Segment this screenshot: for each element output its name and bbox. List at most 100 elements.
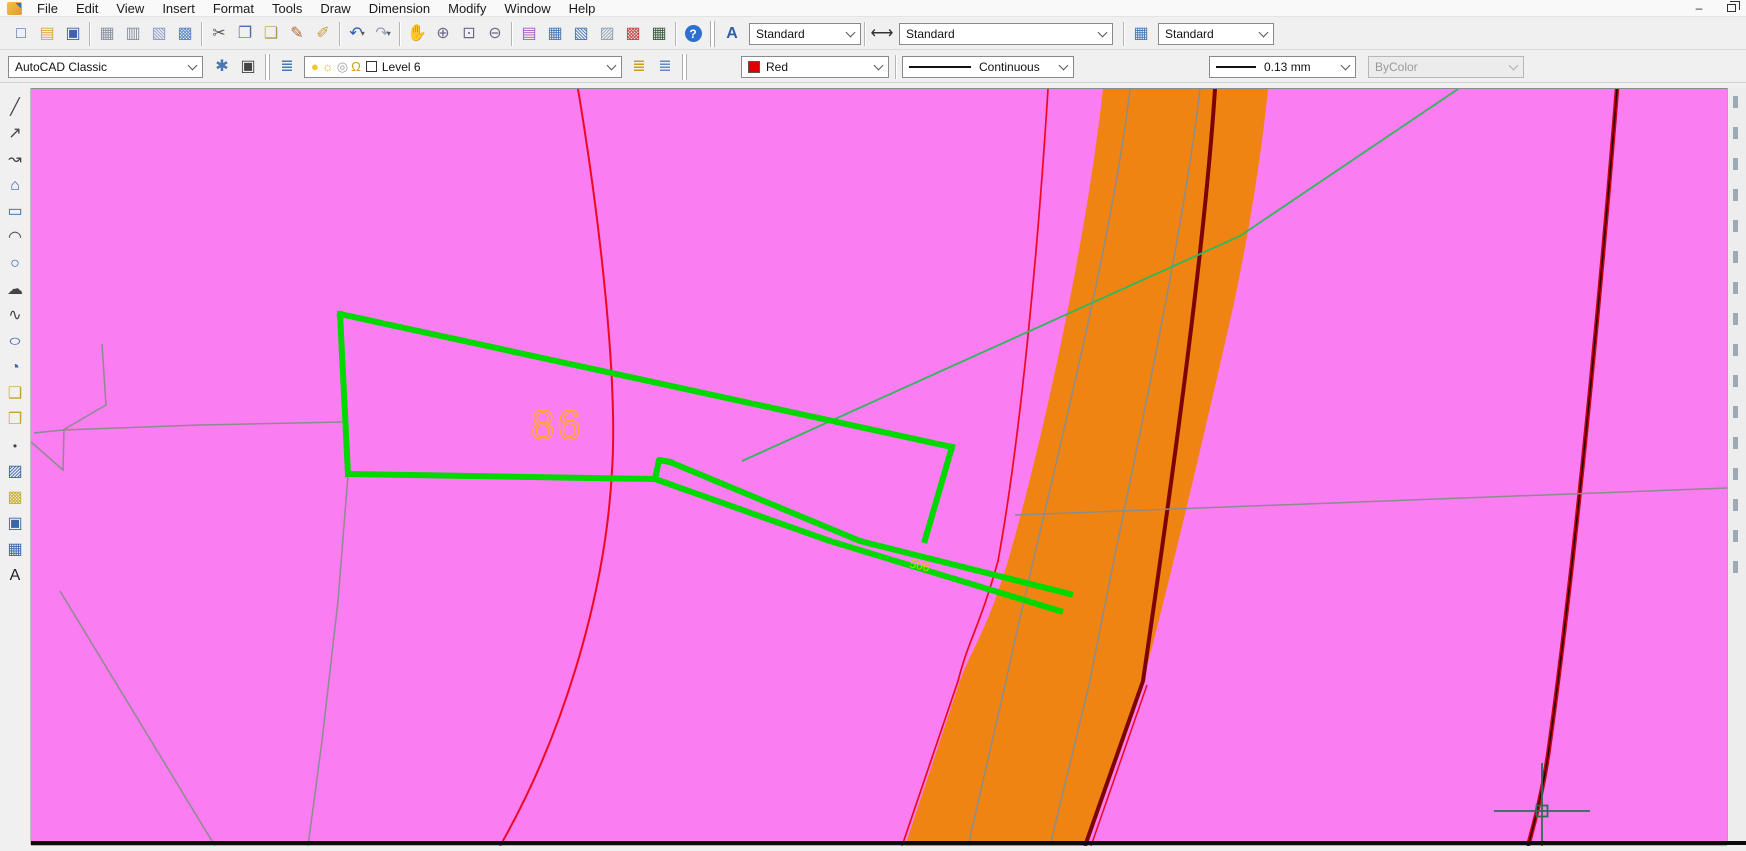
plot-style-value: ByColor — [1375, 60, 1504, 74]
pan-button[interactable]: ✋ — [404, 21, 430, 47]
dim-style-combo[interactable]: Standard — [899, 23, 1113, 45]
text-style-button[interactable]: A — [719, 21, 745, 47]
plot-style-combo[interactable]: ByColor — [1368, 56, 1524, 78]
minimize-button[interactable]: – — [1690, 1, 1708, 15]
menu-item-file[interactable]: File — [28, 0, 67, 17]
properties-icon: ▤ — [521, 26, 536, 42]
layer-on-bulb-icon[interactable]: ● — [311, 60, 319, 73]
copy-icon: ❐ — [238, 26, 252, 42]
dim-style-button[interactable]: ⟷ — [869, 21, 895, 47]
tool-palettes-button[interactable]: ▧ — [568, 21, 594, 47]
table-style-combo[interactable]: Standard — [1158, 23, 1274, 45]
new-button[interactable]: □ — [8, 21, 34, 47]
quick-calc-button[interactable]: ▦ — [646, 21, 672, 47]
parcel-number-label: 86 — [531, 401, 584, 448]
restore-icon — [1727, 4, 1736, 12]
plot-button[interactable]: ▦ — [94, 21, 120, 47]
rectangle-button[interactable]: ▭ — [2, 199, 28, 225]
menu-item-modify[interactable]: Modify — [439, 0, 495, 17]
linetype-combo[interactable]: Continuous — [902, 56, 1074, 78]
arc-button[interactable]: ◠ — [2, 225, 28, 251]
hatch-button[interactable]: ▨ — [2, 459, 28, 485]
polygon-button[interactable]: ⌂ — [2, 173, 28, 199]
make-block-button[interactable]: ❒ — [2, 407, 28, 433]
properties-button[interactable]: ▤ — [516, 21, 542, 47]
layer-previous-button[interactable]: ≣ — [652, 54, 678, 80]
polyline-button[interactable]: ↝ — [2, 147, 28, 173]
redline-button[interactable]: ✎ — [284, 21, 310, 47]
zoom-realtime-button[interactable]: ⊕ — [430, 21, 456, 47]
layer-freeze-sun-icon[interactable]: ☼ — [322, 60, 334, 73]
insert-block-button[interactable]: ❑ — [2, 381, 28, 407]
text-style-combo[interactable]: Standard — [749, 23, 861, 45]
clipped-toolbar-icon — [1733, 561, 1738, 573]
table-style-value: Standard — [1165, 27, 1254, 41]
clean-screen-button[interactable]: ▩ — [620, 21, 646, 47]
make-object-layer-current-button[interactable]: ≣ — [626, 54, 652, 80]
zoom-window-button[interactable]: ⊡ — [456, 21, 482, 47]
layer-name: Level 6 — [382, 60, 602, 74]
workspace-combo[interactable]: AutoCAD Classic — [8, 56, 203, 78]
plot-preview-button[interactable]: ▥ — [120, 21, 146, 47]
drawing-area[interactable]: 86 506 — [31, 88, 1727, 845]
undo-dropdown-arrow[interactable]: ▾ — [361, 29, 365, 38]
spline-button[interactable]: ∿ — [2, 303, 28, 329]
layer-combo[interactable]: ●☼◎Ω Level 6 — [304, 56, 622, 78]
point-button[interactable]: • — [2, 433, 28, 459]
menu-item-view[interactable]: View — [107, 0, 153, 17]
match-properties-button[interactable]: ✐ — [310, 21, 336, 47]
lineweight-combo[interactable]: 0.13 mm — [1209, 56, 1356, 78]
undo-button[interactable]: ↶▾ — [344, 21, 370, 47]
sheet-set-manager-button[interactable]: ▦ — [542, 21, 568, 47]
line-button[interactable]: ╱ — [2, 95, 28, 121]
zoom-previous-button[interactable]: ⊖ — [482, 21, 508, 47]
construction-line-button[interactable]: ↗ — [2, 121, 28, 147]
redo-button[interactable]: ↷▾ — [370, 21, 396, 47]
drawing-canvas[interactable]: 86 506 — [31, 89, 1727, 846]
markup-set-manager-button[interactable]: ▨ — [594, 21, 620, 47]
revision-cloud-button[interactable]: ☁ — [2, 277, 28, 303]
my-workspace-button[interactable]: ▣ — [235, 54, 261, 80]
3d-dwf-icon: ▩ — [177, 26, 192, 42]
paste-button[interactable]: ❑ — [258, 21, 284, 47]
3d-dwf-button[interactable]: ▩ — [172, 21, 198, 47]
menu-item-insert[interactable]: Insert — [153, 0, 204, 17]
gradient-button[interactable]: ▩ — [2, 485, 28, 511]
region-button[interactable]: ▣ — [2, 511, 28, 537]
restore-button[interactable] — [1722, 1, 1740, 15]
open-button[interactable]: ▤ — [34, 21, 60, 47]
table-style-button[interactable]: ▦ — [1128, 21, 1154, 47]
menu-item-dimension[interactable]: Dimension — [360, 0, 439, 17]
toolbar-group-separator — [682, 54, 687, 80]
ellipse-arc-button[interactable]: ◔ — [2, 355, 28, 381]
menu-item-draw[interactable]: Draw — [311, 0, 359, 17]
ellipse-button[interactable]: ○ — [2, 329, 28, 355]
menu-item-edit[interactable]: Edit — [67, 0, 107, 17]
publish-button[interactable]: ▧ — [146, 21, 172, 47]
layer-properties-button[interactable]: ≣ — [274, 54, 300, 80]
redo-dropdown-arrow[interactable]: ▾ — [387, 29, 391, 38]
copy-button[interactable]: ❐ — [232, 21, 258, 47]
layer-viewport-freeze-icon[interactable]: ◎ — [337, 60, 348, 73]
help-button[interactable]: ? — [680, 21, 706, 47]
toolbar-separator — [89, 22, 91, 46]
tool-palettes-icon: ▧ — [573, 26, 588, 42]
circle-button[interactable]: ○ — [2, 251, 28, 277]
menu-items: FileEditViewInsertFormatToolsDrawDimensi… — [28, 0, 604, 17]
make-block-icon: ❒ — [8, 412, 22, 428]
match-properties-icon: ✐ — [316, 26, 329, 42]
open-icon: ▤ — [39, 26, 54, 42]
menu-item-tools[interactable]: Tools — [263, 0, 311, 17]
menu-item-format[interactable]: Format — [204, 0, 263, 17]
menu-item-help[interactable]: Help — [560, 0, 605, 17]
save-button[interactable]: ▣ — [60, 21, 86, 47]
menu-item-window[interactable]: Window — [495, 0, 559, 17]
color-combo[interactable]: Red — [741, 56, 889, 78]
publish-icon: ▧ — [151, 26, 166, 42]
table-button[interactable]: ▦ — [2, 537, 28, 563]
linetype-sample — [909, 66, 971, 68]
cut-button[interactable]: ✂ — [206, 21, 232, 47]
workspace-settings-button[interactable]: ✱ — [209, 54, 235, 80]
multiline-text-button[interactable]: A — [2, 563, 28, 589]
layer-lock-icon[interactable]: Ω — [351, 60, 361, 73]
